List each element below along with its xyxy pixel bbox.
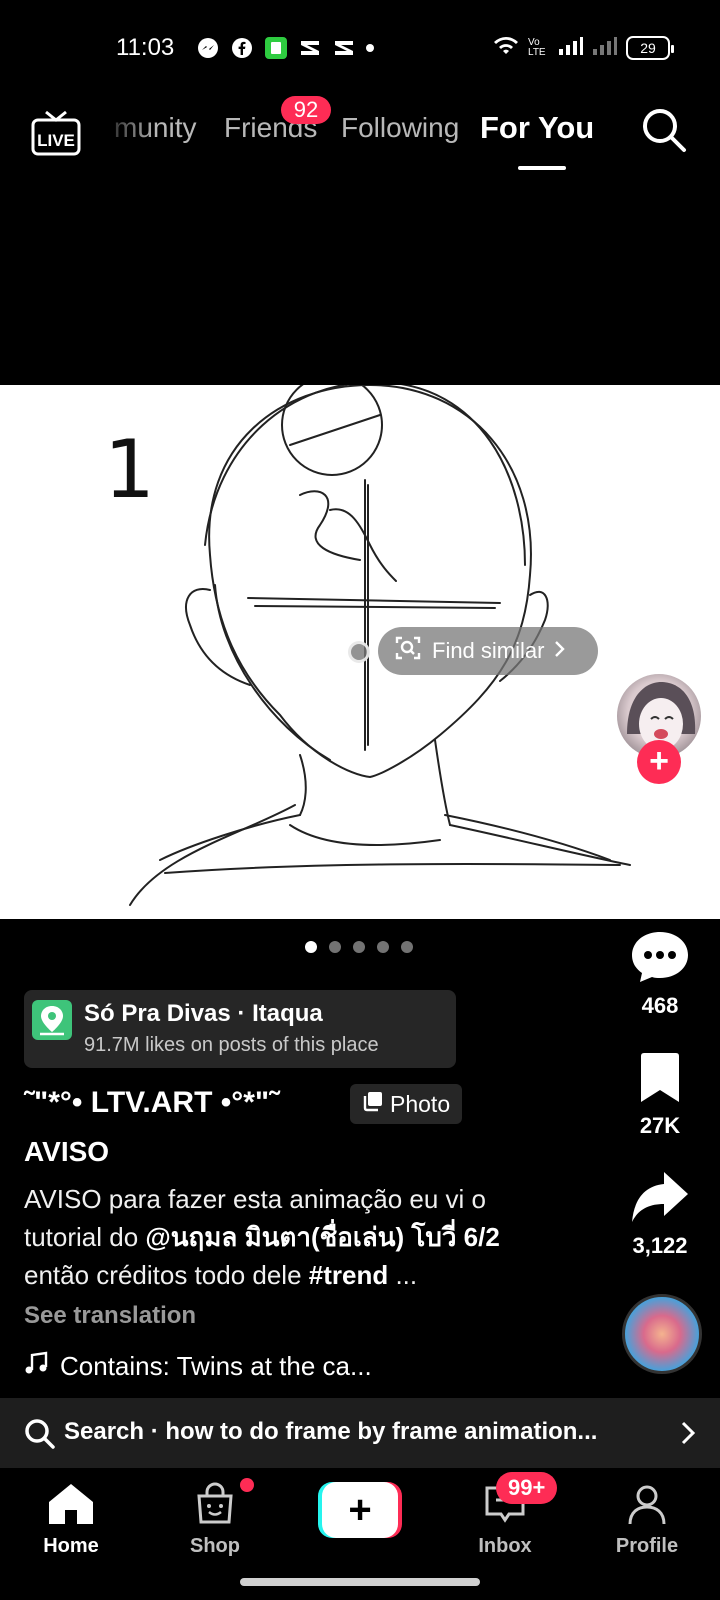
tab-for-you[interactable]: For You (480, 110, 594, 146)
search-icon[interactable] (640, 106, 690, 156)
live-icon[interactable]: LIVE (30, 106, 82, 158)
save-count: 27K (639, 1113, 681, 1138)
battery-indicator: 29 (626, 35, 674, 60)
photo-mode-icon (362, 1090, 384, 1118)
like-count: 18.9K (630, 871, 690, 896)
description-text: então créditos todo dele (24, 1260, 309, 1290)
volte-label: Vo LTE (528, 36, 546, 58)
carousel-dot (329, 941, 341, 953)
creator-avatar-group: + (615, 672, 703, 784)
profile-icon (625, 1485, 669, 1530)
nav-profile-label: Profile (615, 1535, 679, 1557)
nav-shop[interactable]: Shop (160, 1482, 270, 1558)
search-icon (24, 1418, 56, 1455)
follow-button[interactable]: + (637, 740, 681, 784)
hashtag-link[interactable]: #trend (309, 1260, 388, 1290)
bookmark-icon (637, 1053, 683, 1108)
chevron-right-icon (554, 638, 566, 664)
carousel-dot (401, 941, 413, 953)
home-icon (47, 1484, 95, 1530)
photo-tag: Photo (350, 1084, 463, 1124)
signal-icon-2 (592, 34, 618, 61)
post-description[interactable]: AVISO para fazer esta animação eu vi o t… (24, 1180, 604, 1294)
shop-notification-dot (240, 1478, 254, 1492)
comment-icon (630, 932, 690, 988)
capcut-icon (298, 36, 322, 60)
music-disc[interactable] (622, 1294, 702, 1374)
nav-inbox-label: Inbox (478, 1535, 532, 1557)
green-app-icon (264, 36, 288, 60)
friends-badge: 92 (281, 96, 331, 124)
share-button[interactable]: 3,122 (620, 1170, 700, 1259)
search-suggestion-text: Search · how to do frame by frame animat… (64, 1418, 598, 1445)
nav-profile[interactable]: Profile (592, 1482, 702, 1558)
nav-shop-label: Shop (190, 1535, 240, 1557)
carousel-dot (305, 941, 317, 953)
location-pin-icon (32, 1000, 72, 1040)
system-icons: Vo LTE 29 (492, 34, 674, 61)
home-indicator[interactable] (240, 1578, 480, 1586)
svg-text:LIVE: LIVE (37, 131, 75, 150)
more-ellipsis[interactable]: ... (388, 1260, 417, 1290)
search-suggestion-bar[interactable]: Search · how to do frame by frame animat… (0, 1398, 720, 1468)
inbox-icon (483, 1486, 527, 1530)
create-post-button[interactable]: + (318, 1482, 402, 1538)
comment-count: 468 (641, 993, 679, 1018)
location-subtitle: 91.7M likes on posts of this place (84, 1034, 379, 1056)
photo-tag-label: Photo (390, 1090, 451, 1117)
description-line: tutorial do @นฤมล มินตา(ชื่อเล่น) โบวี่ … (24, 1218, 604, 1256)
post-title: AVISO (24, 1136, 110, 1167)
notification-icons (196, 36, 374, 60)
share-count: 3,122 (632, 1233, 688, 1258)
facebook-icon (230, 36, 254, 60)
inbox-badge: 99+ (496, 1472, 558, 1504)
visual-search-icon (394, 634, 422, 668)
mention-link[interactable]: @นฤมล มินตา(ชื่อเล่น) โบวี่ 6/2 (145, 1222, 499, 1252)
description-line: então créditos todo dele #trend ... (24, 1256, 604, 1294)
description-line: AVISO para fazer esta animação eu vi o (24, 1184, 486, 1214)
tab-fade (96, 96, 156, 166)
location-title: Só Pra Divas · Itaqua (84, 1000, 323, 1027)
description-text: tutorial do (24, 1222, 146, 1252)
plus-icon: + (322, 1482, 398, 1538)
find-similar-button[interactable]: Find similar (378, 627, 598, 675)
music-info[interactable]: Contains: Twins at the ca... (24, 1350, 372, 1383)
save-button[interactable]: 27K (620, 1052, 700, 1139)
location-card[interactable]: Só Pra Divas · Itaqua 91.7M likes on pos… (24, 990, 456, 1068)
see-translation-link[interactable]: See translation (24, 1302, 196, 1330)
capcut-icon (332, 36, 356, 60)
tab-following[interactable]: Following (341, 112, 459, 144)
status-bar: 11:03 Vo LTE 29 (0, 0, 720, 96)
heart-icon (629, 804, 691, 866)
signal-icon (558, 34, 584, 61)
chevron-right-icon (680, 1420, 696, 1451)
music-note-icon (24, 1350, 50, 1383)
author-name[interactable]: ˜"*°• LTV.ART •°*"˜ (24, 1086, 279, 1120)
nav-home[interactable]: Home (16, 1482, 126, 1558)
find-similar-dot (348, 641, 370, 663)
top-navigation: LIVE munity Friends 92 Following For You (0, 96, 720, 176)
find-similar-label: Find similar (432, 638, 545, 663)
music-title: Contains: Twins at the ca... (60, 1351, 372, 1381)
wifi-icon (492, 34, 520, 61)
comment-button[interactable]: 468 (620, 930, 700, 1019)
carousel-dot (377, 941, 389, 953)
image-number: 1 (104, 423, 155, 516)
carousel-dot (353, 941, 365, 953)
messenger-icon (196, 36, 220, 60)
status-time: 11:03 (116, 34, 175, 61)
share-arrow-icon (630, 1172, 690, 1228)
nav-home-label: Home (43, 1535, 99, 1557)
like-button[interactable]: 18.9K (620, 804, 700, 897)
more-notifications-dot (366, 44, 374, 52)
carousel-indicator (305, 941, 413, 953)
post-image[interactable]: 1 Find similar (0, 385, 720, 919)
shopping-bag-icon (193, 1482, 237, 1530)
active-tab-indicator (518, 166, 566, 170)
